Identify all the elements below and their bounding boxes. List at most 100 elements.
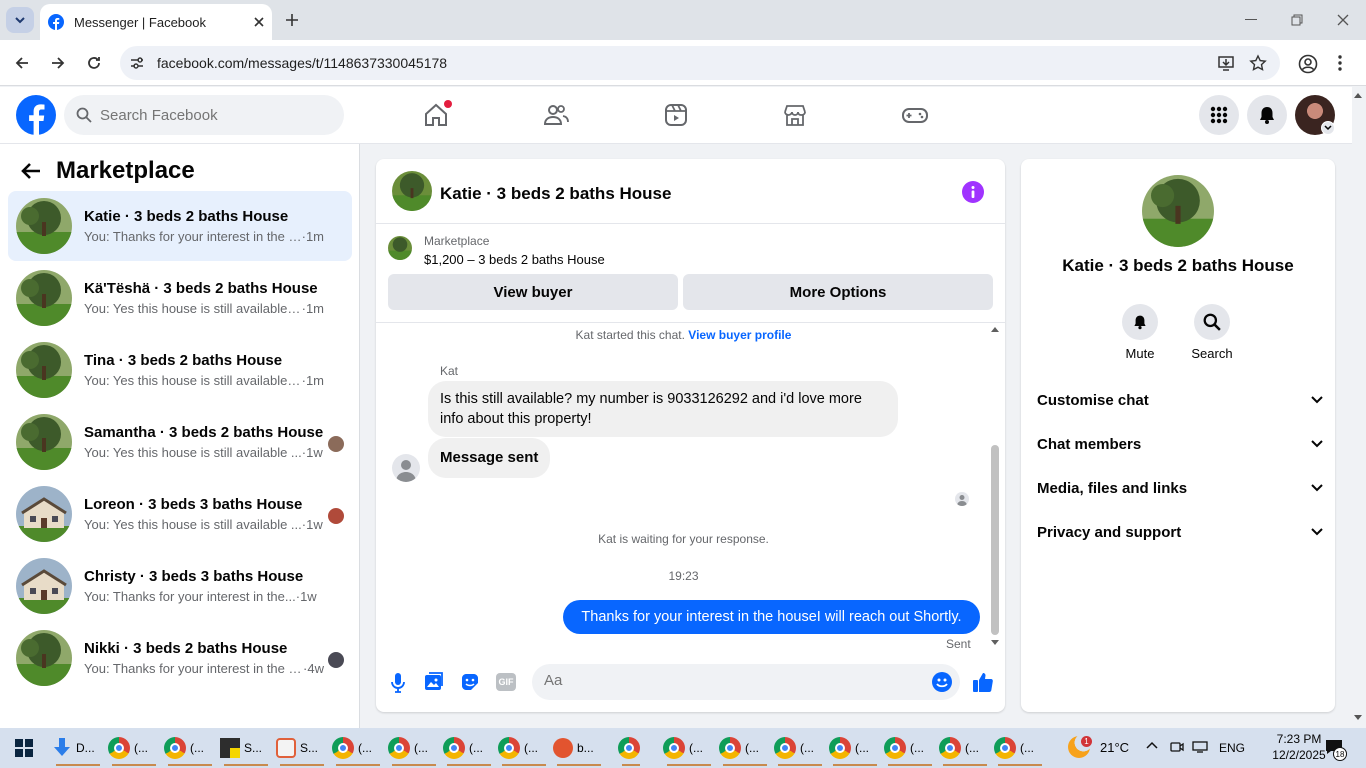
network-icon[interactable]: [1192, 741, 1208, 753]
message-sent-bubble[interactable]: Message sent: [428, 438, 551, 478]
taskbar-app[interactable]: (...: [498, 730, 550, 766]
view-buyer-button[interactable]: View buyer: [388, 274, 678, 310]
taskbar-app[interactable]: (...: [884, 730, 936, 766]
running-indicator: [667, 764, 711, 766]
incoming-message-bubble[interactable]: Is this still available? my number is 90…: [428, 381, 898, 437]
taskbar-app[interactable]: S...: [276, 730, 328, 766]
weather-temp[interactable]: 21°C: [1100, 740, 1129, 755]
language-indicator[interactable]: ENG: [1219, 741, 1245, 755]
info-section-row[interactable]: Customise chat: [1037, 382, 1323, 418]
conversation-item[interactable]: Katie · 3 beds 2 baths House You: Thanks …: [8, 191, 352, 261]
mute-button[interactable]: [1122, 304, 1158, 340]
browser-tab[interactable]: Messenger | Facebook: [40, 4, 272, 40]
taskbar-app[interactable]: (...: [719, 730, 771, 766]
search-action[interactable]: Search: [1182, 304, 1242, 361]
taskbar-app[interactable]: S...: [220, 730, 272, 766]
chat-title[interactable]: Katie · 3 beds 2 baths House: [440, 184, 671, 204]
outgoing-message-bubble[interactable]: Thanks for your interest in the houseI w…: [563, 600, 980, 634]
bookmark-star-icon[interactable]: [1249, 54, 1267, 72]
search-chat-button[interactable]: [1194, 304, 1230, 340]
taskbar-app[interactable]: b...: [553, 730, 605, 766]
nav-home[interactable]: [416, 97, 456, 133]
taskbar-app[interactable]: (...: [774, 730, 826, 766]
taskbar-app[interactable]: (...: [663, 730, 715, 766]
sender-avatar[interactable]: [392, 454, 420, 482]
account-menu-chevron[interactable]: [1321, 121, 1335, 135]
info-section-row[interactable]: Chat members: [1037, 426, 1323, 462]
conversation-item[interactable]: Loreon · 3 beds 3 baths House You: Yes th…: [8, 479, 352, 549]
chat-scrollbar-thumb[interactable]: [991, 445, 999, 635]
nav-marketplace[interactable]: [775, 97, 815, 133]
taskbar-app[interactable]: (...: [443, 730, 495, 766]
page-scroll-up-icon[interactable]: [1353, 91, 1363, 99]
menu-kebab-icon[interactable]: [1336, 54, 1344, 72]
info-section-label: Chat members: [1037, 435, 1142, 453]
profile-icon[interactable]: [1298, 54, 1318, 74]
listing-thumbnail[interactable]: [388, 236, 412, 260]
conversation-item[interactable]: Christy · 3 beds 3 baths House You: Thank…: [8, 551, 352, 621]
chat-avatar[interactable]: [392, 171, 432, 211]
taskbar-app[interactable]: D...: [52, 730, 104, 766]
photo-icon[interactable]: [424, 672, 444, 692]
windows-start-icon[interactable]: [15, 739, 33, 757]
facebook-logo-icon[interactable]: [16, 95, 56, 135]
info-section-row[interactable]: Media, files and links: [1037, 470, 1323, 506]
default-user-icon: [396, 460, 416, 482]
reload-button[interactable]: [82, 51, 106, 75]
new-tab-button[interactable]: [282, 10, 302, 30]
close-icon: [1337, 14, 1349, 26]
sticker-icon[interactable]: [460, 672, 480, 692]
facebook-search-box[interactable]: [64, 95, 344, 135]
message-composer[interactable]: [532, 664, 960, 700]
back-arrow-icon[interactable]: [20, 161, 42, 181]
microphone-icon[interactable]: [390, 672, 406, 694]
system-clock[interactable]: 7:23 PM 12/2/2025: [1270, 731, 1328, 763]
nav-gaming[interactable]: [895, 97, 935, 133]
minimize-button[interactable]: [1236, 8, 1266, 32]
restore-button[interactable]: [1282, 8, 1312, 32]
thumbs-up-icon[interactable]: [972, 671, 994, 693]
search-input[interactable]: [100, 106, 320, 124]
taskbar-app[interactable]: (...: [939, 730, 991, 766]
taskbar-app[interactable]: (...: [332, 730, 384, 766]
scroll-down-icon[interactable]: [990, 639, 1000, 646]
meet-now-icon[interactable]: [1170, 740, 1184, 754]
mute-action[interactable]: Mute: [1110, 304, 1170, 361]
taskbar-app[interactable]: (...: [388, 730, 440, 766]
notification-center[interactable]: 18: [1325, 739, 1347, 761]
emoji-icon[interactable]: [932, 672, 952, 692]
view-buyer-profile-link[interactable]: View buyer profile: [688, 328, 791, 342]
back-button[interactable]: [10, 51, 34, 75]
taskbar-app[interactable]: (...: [164, 730, 216, 766]
conversation-item[interactable]: Samantha · 3 beds 2 baths House You: Yes …: [8, 407, 352, 477]
tab-search-button[interactable]: [6, 7, 34, 33]
info-panel-avatar[interactable]: [1142, 175, 1214, 247]
listing-price-title[interactable]: $1,200 – 3 beds 2 baths House: [424, 252, 605, 267]
conversation-info-button[interactable]: [962, 181, 984, 203]
install-app-icon[interactable]: [1217, 54, 1235, 72]
close-tab-icon[interactable]: [254, 17, 264, 27]
taskbar-app[interactable]: (...: [829, 730, 881, 766]
nav-video[interactable]: [656, 97, 696, 133]
page-scroll-down-icon[interactable]: [1353, 714, 1363, 722]
forward-button[interactable]: [46, 51, 70, 75]
close-window-button[interactable]: [1328, 8, 1358, 32]
notifications-button[interactable]: [1247, 95, 1287, 135]
conversation-item[interactable]: Nikki · 3 beds 2 baths House You: Thanks …: [8, 623, 352, 693]
taskbar-app[interactable]: (...: [994, 730, 1046, 766]
message-input[interactable]: [544, 672, 904, 689]
conversation-item[interactable]: Kä'Tëshä · 3 beds 2 baths House You: Yes …: [8, 263, 352, 333]
chevron-up-icon[interactable]: [1146, 741, 1158, 749]
taskbar-app[interactable]: [618, 730, 644, 766]
url-text[interactable]: facebook.com/messages/t/1148637330045178: [157, 55, 447, 71]
taskbar-app[interactable]: (...: [108, 730, 160, 766]
conversation-item[interactable]: Tina · 3 beds 2 baths House You: Yes this…: [8, 335, 352, 405]
info-section-row[interactable]: Privacy and support: [1037, 514, 1323, 550]
info-section-label: Privacy and support: [1037, 523, 1182, 541]
menu-button[interactable]: [1199, 95, 1239, 135]
nav-friends[interactable]: [536, 97, 576, 133]
scroll-up-icon[interactable]: [990, 326, 1000, 333]
more-options-button[interactable]: More Options: [683, 274, 993, 310]
site-settings-icon[interactable]: [128, 54, 146, 72]
gif-icon[interactable]: GIF: [496, 673, 516, 691]
